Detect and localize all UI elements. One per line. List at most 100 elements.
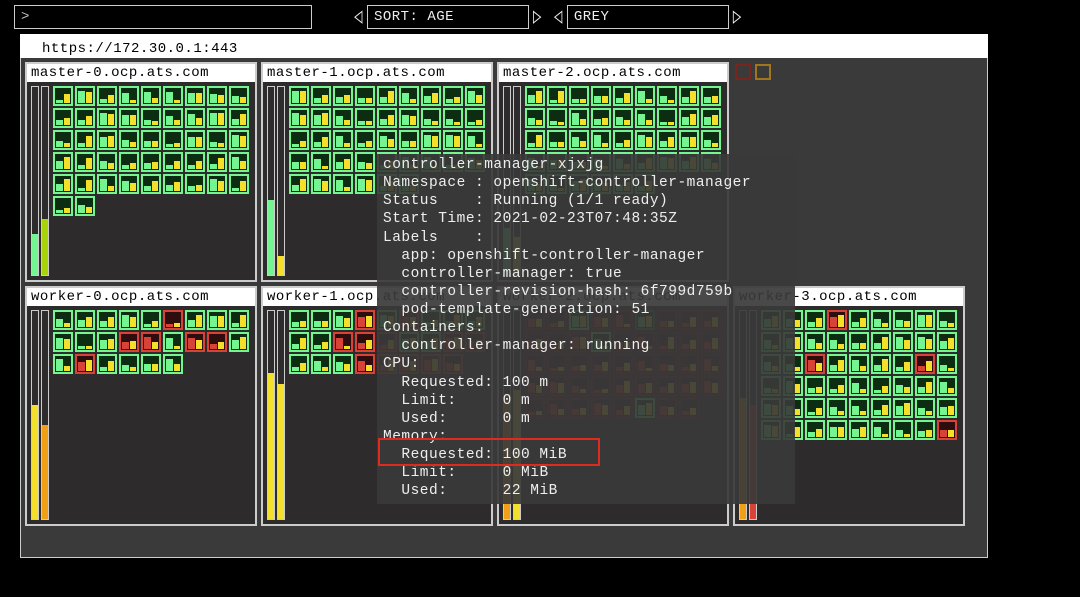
pod-icon[interactable] — [827, 420, 847, 440]
pod-icon[interactable] — [591, 130, 611, 150]
pod-icon[interactable] — [937, 376, 957, 396]
pod-icon[interactable] — [871, 376, 891, 396]
pod-icon[interactable] — [53, 332, 73, 352]
pod-icon[interactable] — [207, 332, 227, 352]
pod-icon[interactable] — [229, 174, 249, 194]
pod-icon[interactable] — [119, 152, 139, 172]
theme-prev-icon[interactable]: ◁ — [554, 3, 563, 30]
pod-icon[interactable] — [75, 108, 95, 128]
pod-icon[interactable] — [525, 86, 545, 106]
pod-icon[interactable] — [805, 420, 825, 440]
pod-icon[interactable] — [377, 86, 397, 106]
pod-icon[interactable] — [75, 174, 95, 194]
pod-icon[interactable] — [377, 108, 397, 128]
pod-icon[interactable] — [915, 398, 935, 418]
pod-icon[interactable] — [657, 108, 677, 128]
pod-icon[interactable] — [229, 332, 249, 352]
pod-icon[interactable] — [141, 354, 161, 374]
pod-icon[interactable] — [525, 108, 545, 128]
pod-icon[interactable] — [119, 108, 139, 128]
pod-icon[interactable] — [937, 354, 957, 374]
pod-icon[interactable] — [141, 310, 161, 330]
pod-icon[interactable] — [657, 130, 677, 150]
pod-icon[interactable] — [53, 108, 73, 128]
pod-icon[interactable] — [185, 174, 205, 194]
pod-icon[interactable] — [311, 152, 331, 172]
pod-icon[interactable] — [547, 86, 567, 106]
pod-icon[interactable] — [635, 86, 655, 106]
pod-icon[interactable] — [701, 130, 721, 150]
pod-icon[interactable] — [893, 398, 913, 418]
pod-icon[interactable] — [229, 130, 249, 150]
pod-icon[interactable] — [75, 354, 95, 374]
pod-icon[interactable] — [871, 420, 891, 440]
pod-icon[interactable] — [163, 108, 183, 128]
pod-icon[interactable] — [289, 152, 309, 172]
pod-icon[interactable] — [421, 108, 441, 128]
pod-icon[interactable] — [311, 108, 331, 128]
pod-icon[interactable] — [119, 130, 139, 150]
pod-icon[interactable] — [311, 130, 331, 150]
pod-icon[interactable] — [893, 354, 913, 374]
pod-icon[interactable] — [141, 130, 161, 150]
pod-icon[interactable] — [289, 86, 309, 106]
theme-field[interactable]: GREY — [567, 5, 729, 29]
pod-icon[interactable] — [333, 152, 353, 172]
pod-icon[interactable] — [399, 86, 419, 106]
pod-icon[interactable] — [915, 354, 935, 374]
pod-icon[interactable] — [53, 152, 73, 172]
pod-icon[interactable] — [163, 310, 183, 330]
sort-prev-icon[interactable]: ◁ — [354, 3, 363, 30]
pod-icon[interactable] — [399, 130, 419, 150]
pod-icon[interactable] — [915, 376, 935, 396]
pod-icon[interactable] — [289, 174, 309, 194]
pod-icon[interactable] — [465, 108, 485, 128]
pod-icon[interactable] — [915, 310, 935, 330]
pod-icon[interactable] — [613, 130, 633, 150]
sort-next-icon[interactable]: ▷ — [533, 3, 542, 30]
pod-icon[interactable] — [97, 86, 117, 106]
pod-icon[interactable] — [75, 152, 95, 172]
pod-icon[interactable] — [355, 152, 375, 172]
pod-icon[interactable] — [229, 86, 249, 106]
pod-icon[interactable] — [465, 130, 485, 150]
pod-icon[interactable] — [893, 420, 913, 440]
pod-icon[interactable] — [399, 108, 419, 128]
pod-icon[interactable] — [547, 130, 567, 150]
pod-icon[interactable] — [97, 332, 117, 352]
pod-icon[interactable] — [355, 174, 375, 194]
pod-icon[interactable] — [207, 174, 227, 194]
pod-icon[interactable] — [53, 310, 73, 330]
node-card[interactable]: master-0.ocp.ats.com — [25, 62, 257, 282]
pod-icon[interactable] — [613, 108, 633, 128]
pod-icon[interactable] — [355, 332, 375, 352]
pod-icon[interactable] — [871, 310, 891, 330]
pod-icon[interactable] — [289, 310, 309, 330]
pod-icon[interactable] — [207, 130, 227, 150]
pod-icon[interactable] — [421, 86, 441, 106]
pod-icon[interactable] — [827, 376, 847, 396]
pod-icon[interactable] — [679, 86, 699, 106]
pod-icon[interactable] — [871, 354, 891, 374]
pod-icon[interactable] — [701, 108, 721, 128]
pod-icon[interactable] — [937, 310, 957, 330]
pod-icon[interactable] — [827, 354, 847, 374]
pod-icon[interactable] — [97, 310, 117, 330]
command-prompt[interactable]: > — [14, 5, 312, 29]
theme-next-icon[interactable]: ▷ — [733, 3, 742, 30]
pod-icon[interactable] — [849, 310, 869, 330]
pod-icon[interactable] — [613, 86, 633, 106]
pod-icon[interactable] — [53, 174, 73, 194]
pod-icon[interactable] — [849, 354, 869, 374]
pod-icon[interactable] — [893, 376, 913, 396]
pod-icon[interactable] — [141, 108, 161, 128]
pod-icon[interactable] — [443, 108, 463, 128]
pod-icon[interactable] — [229, 152, 249, 172]
pod-icon[interactable] — [75, 310, 95, 330]
pod-icon[interactable] — [849, 398, 869, 418]
pod-icon[interactable] — [75, 196, 95, 216]
pod-icon[interactable] — [827, 310, 847, 330]
pod-icon[interactable] — [657, 86, 677, 106]
pod-icon[interactable] — [97, 354, 117, 374]
pod-icon[interactable] — [377, 130, 397, 150]
